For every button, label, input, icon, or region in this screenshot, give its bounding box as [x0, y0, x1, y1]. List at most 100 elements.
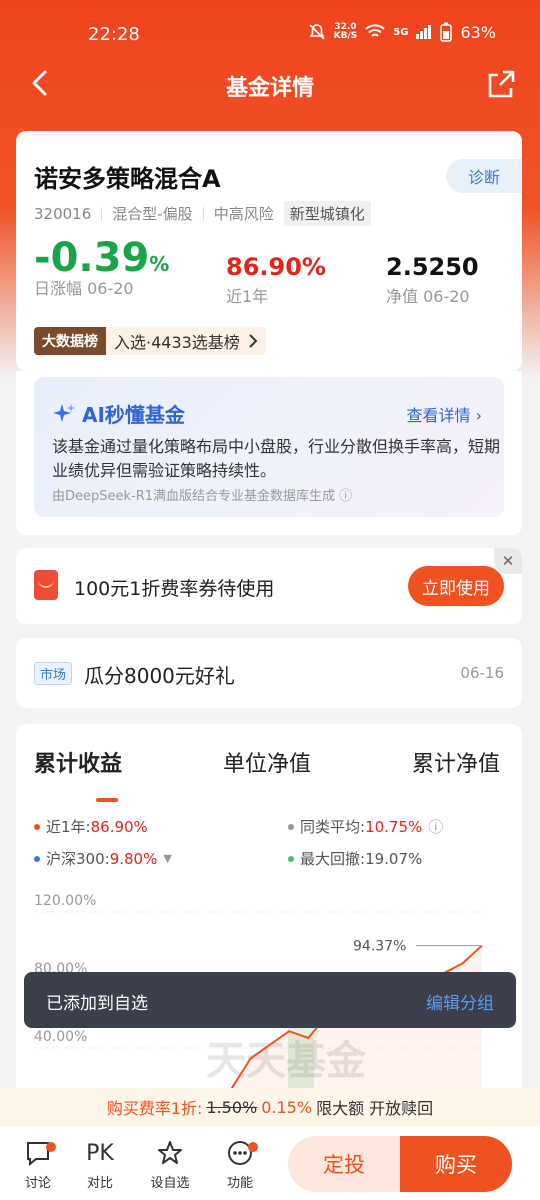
rank-badge: 大数据榜 — [34, 327, 106, 355]
legend-index-label: 沪深300: — [46, 850, 110, 868]
ai-card[interactable]: AI秒懂基金 查看详情 › 该基金通过量化策略布局中小盘股，行业分散但换手率高，… — [34, 377, 504, 517]
chart-tabs: 累计收益 单位净值 累计净值 — [16, 746, 522, 786]
ai-more-link[interactable]: 查看详情 › — [407, 402, 483, 426]
market-date: 06-16 — [460, 664, 504, 682]
discuss-button[interactable]: 讨论 — [8, 1138, 68, 1191]
legend-index-value: 9.80% — [109, 850, 158, 868]
legend-drawdown: 最大回撤:19.07% — [288, 848, 422, 869]
legend-dot — [34, 855, 40, 862]
bottom-bar: 讨论 PK 对比 设自选 功能 定投 购买 — [0, 1126, 540, 1200]
year-return-stat: 86.90% 近1年 — [226, 253, 326, 307]
fund-type: 混合型-偏股 — [112, 205, 193, 223]
compare-button[interactable]: PK 对比 — [70, 1138, 130, 1192]
status-bar: 22:28 32.0 KB/S 5G 63% — [0, 0, 540, 68]
toast-text: 已添加到自选 — [46, 994, 148, 1014]
coupon-card: 100元1折费率券待使用 立即使用 ✕ — [16, 548, 522, 624]
fund-tags: 320016 混合型-偏股 中高风险 新型城镇化 — [34, 201, 371, 226]
fund-code: 320016 — [34, 204, 92, 223]
market-title: 瓜分8000元好礼 — [84, 664, 235, 688]
legend-index[interactable]: 沪深300:9.80% ▼ — [34, 848, 172, 869]
market-tag: 市场 — [34, 662, 73, 685]
fee-original: 1.50% — [206, 1097, 258, 1117]
legend-avg-label: 同类平均: — [300, 818, 366, 836]
legend-dot — [288, 823, 294, 830]
compare-label: 对比 — [86, 1176, 113, 1191]
share-icon[interactable] — [486, 69, 516, 99]
legend-category-avg: 同类平均:10.75% ⓘ — [288, 816, 443, 837]
divider — [202, 206, 204, 221]
rank-text-wrap: 入选·4433选基榜 — [106, 327, 266, 355]
diagnose-button[interactable]: 诊断 — [446, 159, 522, 193]
legend-drawdown-label: 最大回撤: — [300, 850, 366, 868]
fee-bar: 购买费率1折: 1.50% 0.15% 限大额 开放赎回 — [0, 1088, 540, 1126]
coupon-text: 100元1折费率券待使用 — [74, 578, 275, 600]
add-watch-label: 设自选 — [150, 1176, 190, 1191]
dropdown-icon[interactable]: ▼ — [163, 852, 171, 865]
fee-label: 购买费率1折: — [106, 1099, 203, 1118]
tab-cumulative-return[interactable]: 累计收益 — [34, 746, 122, 778]
fee-current: 0.15% — [261, 1097, 313, 1117]
day-change-stat: -0.39% 日涨幅 06-20 — [34, 235, 169, 299]
legend-fund-label: 近1年: — [46, 818, 91, 836]
network-type: 5G — [393, 26, 409, 38]
notification-dot — [248, 1142, 258, 1152]
info-icon[interactable]: ⓘ — [339, 489, 352, 504]
legend-dot — [288, 855, 294, 862]
tab-unit-nav[interactable]: 单位净值 — [223, 746, 311, 778]
notification-dot — [46, 1142, 56, 1152]
signal-icon — [416, 25, 432, 39]
mute-bell-icon — [309, 24, 325, 40]
pk-icon: PK — [86, 1140, 114, 1166]
battery-icon — [440, 22, 453, 42]
ai-more-text: 查看详情 — [406, 406, 471, 425]
legend-fund-value: 86.90% — [90, 818, 148, 836]
legend-drawdown-value: 19.07% — [365, 850, 423, 868]
legend-fund: 近1年:86.90% — [34, 816, 148, 837]
divider — [101, 206, 103, 221]
sparkle-icon — [53, 403, 75, 422]
discuss-label: 讨论 — [24, 1176, 51, 1191]
chart-card: 累计收益 单位净值 累计净值 近1年:86.90% 同类平均:10.75% ⓘ … — [16, 724, 522, 1124]
theme-tag[interactable]: 新型城镇化 — [283, 201, 371, 226]
nav-value: 2.5250 — [386, 253, 479, 281]
nav-bar: 基金详情 — [0, 60, 540, 108]
buy-button[interactable]: 购买 — [400, 1136, 512, 1192]
functions-button[interactable]: 功能 — [210, 1138, 270, 1191]
wifi-icon — [365, 24, 385, 37]
y-tick-label: 120.00% — [34, 893, 96, 909]
edit-group-link[interactable]: 编辑分组 — [426, 989, 494, 1014]
chevron-right-icon — [249, 334, 258, 348]
ai-source: 由DeepSeek-R1满血版结合专业基金数据库生成 ⓘ — [52, 485, 352, 504]
year-return-value: 86.90% — [226, 253, 326, 281]
toast: 已添加到自选 编辑分组 — [24, 972, 516, 1028]
use-coupon-button[interactable]: 立即使用 — [408, 566, 504, 606]
legend-dot — [34, 823, 40, 830]
year-return-label: 近1年 — [226, 287, 269, 306]
fund-name: 诺安多策略混合A — [34, 165, 221, 193]
ai-section: AI秒懂基金 查看详情 › 该基金通过量化策略布局中小盘股，行业分散但换手率高，… — [16, 371, 522, 535]
market-news-card[interactable]: 市场 瓜分8000元好礼 06-16 — [16, 638, 522, 708]
functions-label: 功能 — [226, 1176, 253, 1191]
day-change-unit: % — [149, 252, 170, 276]
legend-avg-value: 10.75% — [365, 818, 423, 836]
net-speed: 32.0 KB/S — [333, 22, 358, 41]
add-watchlist-button[interactable]: 设自选 — [140, 1138, 200, 1191]
tab-cumulative-nav[interactable]: 累计净值 — [412, 746, 500, 778]
peak-label: 94.37% — [353, 939, 406, 955]
rank-banner[interactable]: 大数据榜 入选·4433选基榜 — [34, 327, 266, 355]
ai-summary: 该基金通过量化策略布局中小盘股，行业分散但换手率高，短期业绩优异但需验证策略持续… — [52, 437, 501, 480]
fee-extra: 限大额 开放赎回 — [316, 1099, 434, 1118]
star-icon — [158, 1141, 182, 1164]
page-title: 基金详情 — [225, 76, 314, 101]
battery-percent: 63% — [460, 22, 496, 42]
nav-label: 净值 06-20 — [386, 287, 470, 306]
close-icon[interactable]: ✕ — [494, 548, 522, 574]
red-envelope-icon — [34, 570, 58, 600]
rank-text: 入选·4433选基榜 — [114, 333, 240, 352]
active-tab-indicator — [96, 798, 118, 802]
status-icons: 32.0 KB/S 5G 63% — [308, 22, 496, 42]
ai-source-text: 由DeepSeek-R1满血版结合专业基金数据库生成 — [52, 489, 336, 504]
fixed-invest-button[interactable]: 定投 — [288, 1136, 400, 1192]
nav-stat: 2.5250 净值 06-20 — [386, 253, 479, 307]
info-icon[interactable]: ⓘ — [428, 816, 443, 837]
